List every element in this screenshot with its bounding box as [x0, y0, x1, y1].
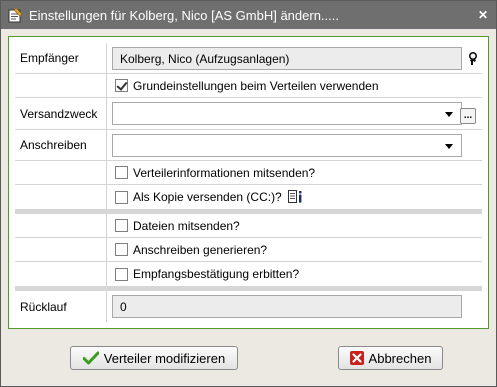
anschreiben-generieren-checkbox[interactable]: Anschreiben generieren?: [115, 238, 267, 261]
dateien-label: Dateien mitsenden?: [133, 218, 240, 233]
anschreiben-select[interactable]: [112, 134, 462, 157]
empty-label: [15, 238, 107, 261]
settings-dialog-icon: [7, 7, 23, 23]
row-versandzweck: Versandzweck: [15, 98, 482, 130]
checkbox-unchecked-icon[interactable]: [115, 267, 128, 281]
row-anschreiben-generieren: Anschreiben generieren?: [15, 238, 482, 262]
more-options-label: ...: [463, 110, 473, 121]
window-title: Einstellungen für Kolberg, Nico [AS GmbH…: [29, 7, 339, 23]
person-search-icon[interactable]: [466, 51, 480, 67]
cancel-label: Abbrechen: [368, 350, 432, 366]
checkbox-checked-icon[interactable]: [115, 79, 128, 92]
empty-label: [15, 262, 107, 286]
green-check-icon: [82, 351, 99, 365]
ruecklauf-value: 0: [120, 299, 127, 314]
row-ruecklauf: Rücklauf 0: [15, 291, 482, 322]
versandzweck-select[interactable]: [112, 102, 462, 125]
chevron-down-icon[interactable]: [445, 112, 453, 117]
versandzweck-label: Versandzweck: [15, 98, 107, 129]
anschreiben-label: Anschreiben: [15, 130, 107, 160]
modify-distributor-label: Verteiler modifizieren: [103, 350, 226, 366]
anschreiben-generieren-label: Anschreiben generieren?: [133, 242, 268, 257]
grundeinstellungen-label: Grundeinstellungen beim Verteilen verwen…: [133, 78, 379, 93]
dateien-checkbox[interactable]: Dateien mitsenden?: [115, 214, 240, 237]
row-dateien: Dateien mitsenden?: [15, 214, 482, 238]
verteilerinfo-label: Verteilerinformationen mitsenden?: [133, 165, 316, 180]
empty-label: [15, 185, 107, 209]
empfaenger-label: Empfänger: [15, 43, 107, 73]
row-grundeinstellungen: Grundeinstellungen beim Verteilen verwen…: [15, 74, 482, 98]
modify-distributor-button[interactable]: Verteiler modifizieren: [70, 346, 238, 370]
more-options-button[interactable]: ...: [460, 108, 476, 124]
row-kopie: Als Kopie versenden (CC:)?: [15, 185, 482, 209]
kopie-label: Als Kopie versenden (CC:)?: [133, 190, 282, 204]
empty-label: [15, 214, 107, 237]
verteilerinfo-checkbox[interactable]: Verteilerinformationen mitsenden?: [115, 161, 315, 184]
empty-label: [15, 161, 107, 184]
empfaenger-field: Kolberg, Nico (Aufzugsanlagen): [112, 47, 462, 70]
red-x-icon: [349, 351, 364, 365]
title-bar[interactable]: Einstellungen für Kolberg, Nico [AS GmbH…: [1, 1, 496, 29]
empty-label: [15, 74, 107, 97]
info-list-icon[interactable]: [287, 190, 304, 204]
ruecklauf-input[interactable]: 0: [112, 295, 462, 318]
grundeinstellungen-checkbox[interactable]: Grundeinstellungen beim Verteilen verwen…: [115, 74, 379, 97]
checkbox-unchecked-icon[interactable]: [115, 243, 128, 256]
row-empfaenger: Empfänger Kolberg, Nico (Aufzugsanlagen): [15, 43, 482, 74]
row-empfangsbestaetigung: Empfangsbestätigung erbitten?: [15, 262, 482, 286]
empfangsbestaetigung-label: Empfangsbestätigung erbitten?: [133, 267, 300, 281]
chevron-down-icon[interactable]: [445, 144, 453, 149]
cancel-button[interactable]: Abbrechen: [338, 346, 443, 370]
ruecklauf-label: Rücklauf: [15, 291, 107, 322]
settings-dialog: Einstellungen für Kolberg, Nico [AS GmbH…: [0, 0, 497, 387]
checkbox-unchecked-icon[interactable]: [115, 219, 128, 232]
settings-panel: Empfänger Kolberg, Nico (Aufzugsanlagen): [8, 36, 489, 329]
checkbox-unchecked-icon[interactable]: [115, 166, 128, 179]
kopie-checkbox[interactable]: Als Kopie versenden (CC:)?: [115, 185, 304, 209]
checkbox-unchecked-icon[interactable]: [115, 190, 128, 204]
row-verteilerinfo: Verteilerinformationen mitsenden?: [15, 161, 482, 185]
close-icon[interactable]: ✕: [476, 8, 490, 22]
row-anschreiben: Anschreiben: [15, 130, 482, 161]
empfangsbestaetigung-checkbox[interactable]: Empfangsbestätigung erbitten?: [115, 262, 299, 286]
empfaenger-value: Kolberg, Nico (Aufzugsanlagen): [120, 51, 290, 66]
